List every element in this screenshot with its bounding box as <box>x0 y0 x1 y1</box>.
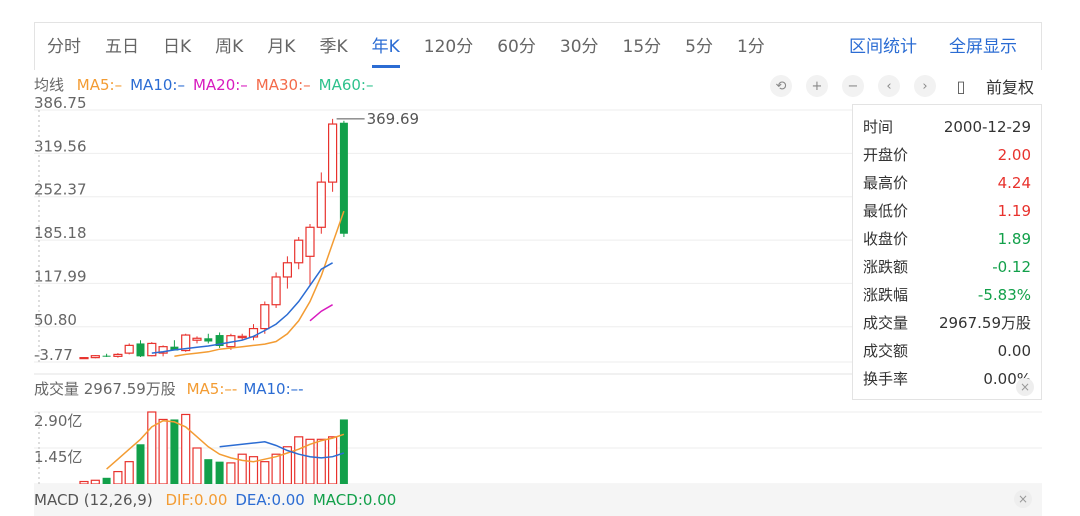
info-row: 开盘价 2.00 <box>863 141 1031 169</box>
candle-body <box>136 343 145 357</box>
candle-body <box>305 226 315 257</box>
price-tick-label: 185.18 <box>34 224 87 242</box>
volume-bar <box>158 418 168 485</box>
macd-legend-title: MACD (12,26,9) <box>34 491 153 509</box>
macd-legend-item-2: MACD:0.00 <box>312 491 397 509</box>
candle-body <box>79 357 89 360</box>
macd-legend-item-1: DEA:0.00 <box>235 491 305 509</box>
info-row: 最高价 4.24 <box>863 169 1031 197</box>
candle-body <box>328 123 338 183</box>
candle-body <box>102 355 111 357</box>
macd-close-icon[interactable]: × <box>1014 490 1032 508</box>
volume-legend-item-1: MA10:–- <box>243 380 304 398</box>
volume-bar <box>124 461 134 485</box>
info-value: 2967.59万股 <box>938 314 1031 332</box>
price-tick-label: 50.80 <box>34 311 77 329</box>
macd-legend-item-0: DIF:0.00 <box>165 491 228 509</box>
volume-bar <box>204 459 213 484</box>
volume-bar <box>147 411 157 485</box>
info-label: 最高价 <box>863 174 909 192</box>
ma20-line <box>309 304 333 322</box>
candle-body <box>237 335 247 339</box>
info-row: 成交量 2967.59万股 <box>863 309 1031 337</box>
max-price-label: 369.69 <box>367 110 420 128</box>
volume-legend-title: 成交量 2967.59万股 <box>34 380 176 398</box>
price-tick-label: 386.75 <box>34 94 87 112</box>
candle-body <box>147 342 157 357</box>
volume-bar <box>113 470 123 485</box>
info-label: 涨跌幅 <box>863 286 909 304</box>
volume-bar <box>192 447 202 485</box>
volume-legend-item-0: MA5:–- <box>186 380 238 398</box>
candle-body <box>90 355 100 359</box>
candle-body <box>124 344 134 354</box>
volume-bar <box>294 436 304 485</box>
volume-legend: 成交量 2967.59万股 MA5:–- MA10:–- <box>34 378 310 399</box>
info-row: 涨跌幅 -5.83% <box>863 281 1031 309</box>
price-tick-label: 117.99 <box>34 267 87 285</box>
info-value: 1.89 <box>997 230 1031 248</box>
volume-bar <box>316 438 326 485</box>
volume-bar <box>271 453 281 485</box>
candle-body <box>271 276 281 306</box>
info-row: 时间 2000-12-29 <box>863 113 1031 141</box>
info-label: 成交额 <box>863 342 909 360</box>
volume-bar <box>170 419 179 484</box>
info-row: 收盘价 1.89 <box>863 225 1031 253</box>
candle-body <box>204 338 213 342</box>
info-value: -0.12 <box>992 258 1031 276</box>
candle-body <box>294 239 304 264</box>
info-row: 涨跌额 -0.12 <box>863 253 1031 281</box>
candle-body <box>260 304 270 330</box>
macd-legend: MACD (12,26,9) DIF:0.00 DEA:0.00 MACD:0.00 <box>34 484 1042 516</box>
volume-bar <box>136 444 145 484</box>
info-value: -5.83% <box>977 286 1031 304</box>
price-tick-label: 252.37 <box>34 181 87 199</box>
info-label: 涨跌额 <box>863 258 909 276</box>
volume-bar <box>339 419 348 484</box>
volume-bar <box>328 436 338 485</box>
info-label: 最低价 <box>863 202 909 220</box>
info-value: 4.24 <box>997 174 1031 192</box>
info-value: 2.00 <box>997 146 1031 164</box>
candle-body <box>192 337 202 341</box>
price-tick-label: 319.56 <box>34 137 87 155</box>
info-value: 2000-12-29 <box>943 118 1031 136</box>
info-label: 成交量 <box>863 314 909 332</box>
candle-body <box>282 262 292 278</box>
info-panel: 时间 2000-12-29 开盘价 2.00 最高价 4.24 最低价 1.19 收盘价 1.89… <box>852 104 1042 400</box>
candle-body <box>113 353 123 357</box>
info-close-icon[interactable]: × <box>1016 378 1034 396</box>
price-tick-label: -3.77 <box>34 346 73 364</box>
volume-bar <box>215 461 224 484</box>
volume-tick-label: 2.90亿 <box>34 412 82 430</box>
volume-bar <box>226 462 236 485</box>
info-row: 最低价 1.19 <box>863 197 1031 225</box>
info-label: 时间 <box>863 118 894 136</box>
volume-bar <box>237 453 247 485</box>
volume-tick-label: 1.45亿 <box>34 448 82 466</box>
info-row: 成交额 0.00 <box>863 337 1031 365</box>
info-label: 收盘价 <box>863 230 909 248</box>
info-value: 1.19 <box>997 202 1031 220</box>
info-label: 开盘价 <box>863 146 909 164</box>
info-value: 0.00 <box>997 342 1031 360</box>
volume-bar <box>260 461 270 485</box>
candle-body <box>316 181 326 228</box>
info-row: 换手率 0.00% <box>863 365 1031 393</box>
info-label: 换手率 <box>863 370 909 388</box>
